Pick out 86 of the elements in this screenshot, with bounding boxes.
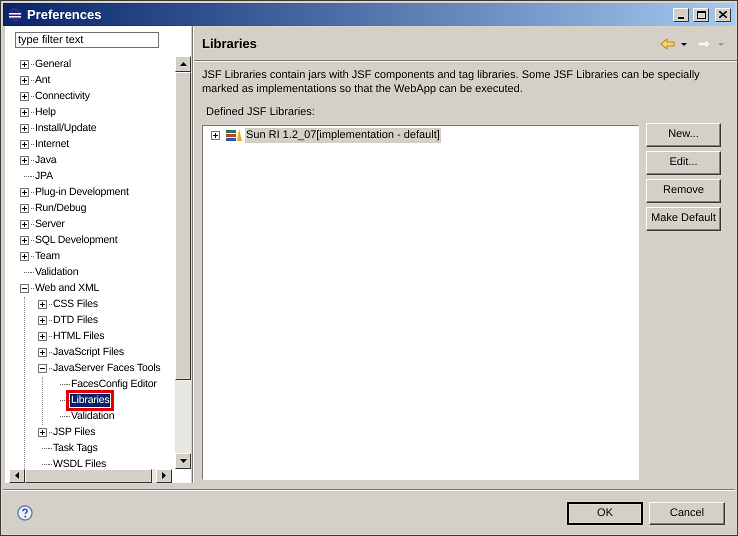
expand-icon[interactable] [20,140,29,150]
right-arrow-icon [162,472,166,480]
action-button[interactable]: Remove [646,178,721,202]
scroll-right-button[interactable] [156,468,172,483]
tree-item[interactable]: JSP Files [52,426,96,440]
tree-item[interactable]: Install/Update [34,122,98,136]
expand-icon[interactable] [20,92,29,102]
expand-icon[interactable] [38,348,47,358]
tree-item[interactable]: Run/Debug [34,202,88,216]
tree-item[interactable]: Ant [34,74,52,88]
tree-item[interactable]: SQL Development [34,234,118,248]
expand-icon[interactable] [20,108,29,118]
vertical-scrollbar[interactable] [175,56,191,469]
tree-item[interactable]: JavaScript Files [52,346,125,360]
action-button[interactable]: Edit... [646,150,721,174]
tree-item[interactable]: Help [34,106,57,120]
tree-item[interactable]: FacesConfig Editor [70,378,158,392]
tree-item[interactable]: Libraries [70,394,110,408]
scroll-thumb[interactable] [25,468,152,483]
description-text: JSF Libraries contain jars with JSF components and tag libraries. Some JSF Libraries can be specially marked as implementations so that the WebApp can be executed. [202,68,701,96]
maximize-button[interactable] [693,8,709,22]
action-button[interactable]: New... [646,122,721,146]
dropdown-caret-icon [681,42,687,46]
page-title: Libraries [202,35,258,54]
close-button[interactable] [715,8,731,22]
app-icon [7,6,23,22]
up-arrow-icon [180,62,186,66]
back-button[interactable] [659,38,688,50]
tree-item[interactable]: JPA [34,170,54,184]
books-icon [226,128,242,142]
scroll-up-button[interactable] [175,56,191,72]
tree-item[interactable]: Internet [34,138,70,152]
help-icon[interactable] [17,505,33,521]
back-arrow-icon [660,38,675,50]
tree-item[interactable]: Java [34,154,58,168]
horizontal-scrollbar[interactable] [9,468,172,483]
tree-item[interactable]: Plug-in Development [34,186,130,200]
expand-icon[interactable] [20,60,29,70]
tree-item[interactable]: DTD Files [52,314,99,328]
expand-icon[interactable] [38,300,47,310]
expand-icon[interactable] [20,188,29,198]
action-button[interactable]: Make Default [646,206,721,230]
expand-icon[interactable] [38,332,47,342]
window-title: Preferences [27,6,102,24]
expand-icon[interactable] [38,316,47,326]
tree-item[interactable]: JavaServer Faces Tools [52,362,162,376]
tree-item[interactable]: Validation [70,410,116,424]
scroll-thumb[interactable] [175,72,191,380]
library-list[interactable]: Sun RI 1.2_07[implementation - default] [202,124,639,480]
library-item[interactable]: Sun RI 1.2_07[implementation - default] [245,128,441,142]
collapse-icon[interactable] [20,284,29,294]
forward-arrow-icon [697,38,712,50]
dialog-button[interactable]: Cancel [649,502,725,524]
maximize-icon [696,10,706,18]
tree-item[interactable]: WSDL Files [52,458,108,469]
expand-icon[interactable] [20,124,29,134]
tree-item[interactable]: HTML Files [52,330,106,344]
scroll-down-button[interactable] [175,452,191,469]
left-arrow-icon [15,472,19,480]
tree-item[interactable]: CSS Files [52,298,99,312]
dropdown-caret-icon [718,42,724,46]
expand-icon[interactable] [20,252,29,262]
tree-item[interactable]: General [34,58,72,72]
filter-field[interactable]: type filter text [15,32,159,48]
tree-item[interactable]: Server [34,218,66,232]
tree-item[interactable]: Validation [34,266,80,280]
tree-item[interactable]: Task Tags [52,442,99,456]
close-icon [719,11,727,18]
expand-icon[interactable] [20,236,29,246]
dialog-button[interactable]: OK [567,502,643,524]
list-label: Defined JSF Libraries: [206,105,316,120]
expand-icon[interactable] [20,156,29,166]
tree-item[interactable]: Connectivity [34,90,91,104]
forward-button[interactable] [696,38,725,50]
scroll-left-button[interactable] [9,468,25,483]
tree-item[interactable]: Team [34,250,61,264]
expand-icon[interactable] [211,130,220,140]
tree-item[interactable]: Web and XML [34,282,100,296]
minimize-button[interactable] [673,8,689,22]
expand-icon[interactable] [20,204,29,214]
collapse-icon[interactable] [38,364,47,374]
expand-icon[interactable] [20,76,29,86]
expand-icon[interactable] [20,220,29,230]
expand-icon[interactable] [38,428,47,438]
down-arrow-icon [180,458,186,463]
minimize-icon [678,16,684,18]
